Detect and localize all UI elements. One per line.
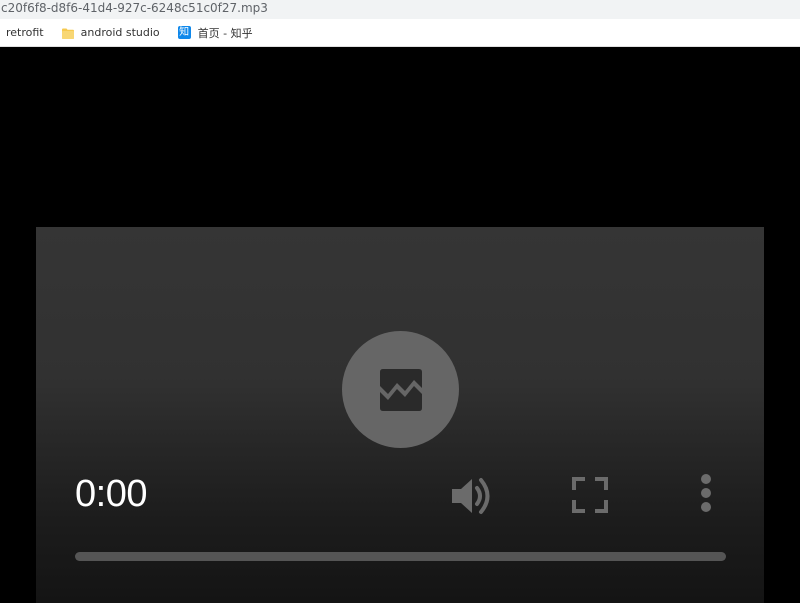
- bookmark-retrofit[interactable]: retrofit: [0, 22, 50, 44]
- bookmark-label: 首页 - 知乎: [197, 26, 253, 40]
- bookmark-label: android studio: [80, 26, 160, 39]
- fullscreen-icon: [572, 477, 608, 513]
- audio-player: 0:00: [36, 227, 764, 603]
- fullscreen-button[interactable]: [570, 475, 610, 515]
- bookmark-android-studio[interactable]: android studio: [56, 22, 166, 44]
- current-time: 0:00: [75, 473, 147, 515]
- window-title: c20f6f8-d8f6-41d4-927c-6248c51c0f27.mp3: [0, 0, 800, 19]
- volume-icon: [452, 478, 490, 514]
- bookmark-label: retrofit: [6, 26, 44, 39]
- broken-image-icon: [379, 368, 422, 411]
- more-options-icon: [701, 474, 711, 512]
- progress-bar[interactable]: [75, 552, 726, 561]
- zhihu-icon: 知: [177, 26, 191, 39]
- volume-button[interactable]: [448, 473, 498, 519]
- error-badge: [342, 331, 459, 448]
- more-options-button[interactable]: [696, 473, 716, 517]
- bookmarks-bar: retrofit android studio 知 首页 - 知乎: [0, 19, 800, 47]
- folder-icon: [61, 28, 74, 39]
- bookmark-zhihu[interactable]: 知 首页 - 知乎: [172, 22, 259, 44]
